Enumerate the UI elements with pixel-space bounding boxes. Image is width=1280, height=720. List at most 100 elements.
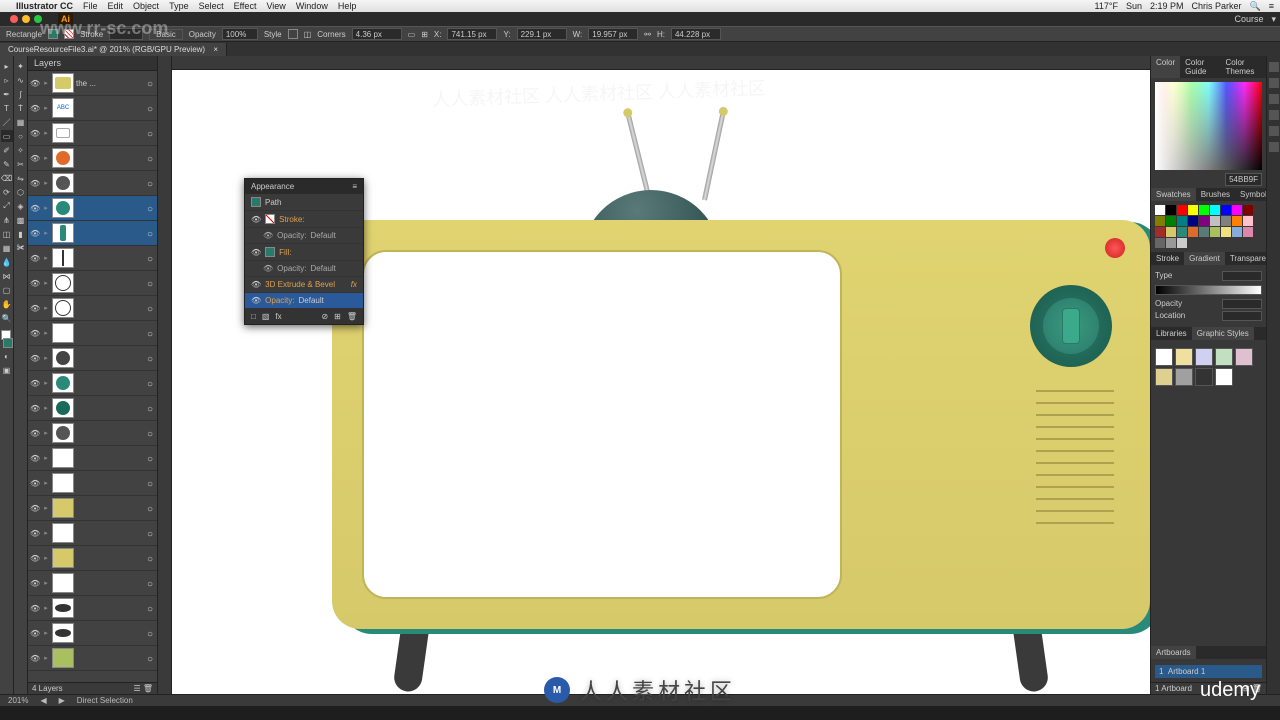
workspace-switcher[interactable]: Course (1234, 14, 1263, 25)
swatch[interactable] (1232, 205, 1242, 215)
dock-icon[interactable] (1269, 62, 1279, 72)
artboard[interactable]: 人人素材社区 人人素材社区 人人素材社区 人人素材社区 人人素材社区 人人素材社… (172, 70, 1150, 694)
brush-tool-icon[interactable]: ✐ (1, 144, 13, 156)
tab-libraries[interactable]: Libraries (1151, 327, 1192, 340)
artboard-nav-prev-icon[interactable]: ◀ (40, 696, 46, 705)
swatch[interactable] (1243, 216, 1253, 226)
swatch[interactable] (1155, 238, 1165, 248)
layer-row[interactable]: 👁▸○ (28, 621, 157, 646)
swatch[interactable] (1210, 205, 1220, 215)
appearance-row[interactable]: 👁Opacity: Default (245, 293, 363, 309)
corners-input[interactable] (352, 28, 402, 40)
swatch[interactable] (1177, 205, 1187, 215)
curvature-tool-icon[interactable]: ∫ (15, 88, 27, 100)
layer-row[interactable]: 👁▸○ (28, 646, 157, 671)
layer-row[interactable]: 👁▸○ (28, 171, 157, 196)
menu-effect[interactable]: Effect (234, 1, 257, 11)
stroke-weight-input[interactable] (109, 28, 143, 40)
swatch[interactable] (1199, 205, 1209, 215)
layer-row[interactable]: 👁▸○ (28, 196, 157, 221)
swatch[interactable] (1188, 227, 1198, 237)
stroke-swatch[interactable] (64, 29, 74, 39)
swatch[interactable] (1232, 227, 1242, 237)
zoom-tool-icon[interactable]: 🔍 (1, 312, 13, 324)
appearance-row[interactable]: 👁Fill: (245, 244, 363, 261)
tab-stroke[interactable]: Stroke (1151, 252, 1184, 265)
appearance-panel[interactable]: Appearance≡ Path 👁Stroke:👁Opacity: Defau… (244, 178, 364, 325)
swatch[interactable] (1166, 227, 1176, 237)
align-icon[interactable]: ◫ (304, 30, 312, 39)
layer-row[interactable]: 👁▸○ (28, 296, 157, 321)
layer-row[interactable]: 👁▸○ (28, 521, 157, 546)
menu-help[interactable]: Help (338, 1, 357, 11)
clear-appearance-icon[interactable]: ⊘ (321, 312, 328, 321)
spotlight-icon[interactable]: 🔍 (1250, 1, 1261, 12)
dock-icon[interactable] (1269, 126, 1279, 136)
delete-appearance-icon[interactable]: 🗑 (347, 312, 357, 321)
h-input[interactable] (671, 28, 721, 40)
dock-icon[interactable] (1269, 110, 1279, 120)
swatch[interactable] (1188, 205, 1198, 215)
layer-row[interactable]: 👁▸○ (28, 146, 157, 171)
tab-graphic-styles[interactable]: Graphic Styles (1192, 327, 1254, 340)
swatch[interactable] (1221, 227, 1231, 237)
hand-tool-icon[interactable]: ✋ (1, 298, 13, 310)
gradient-opacity-input[interactable] (1222, 299, 1262, 309)
pencil-tool-icon[interactable]: ✎ (1, 158, 13, 170)
transform-icon[interactable]: ⊞ (421, 30, 428, 39)
layer-row[interactable]: 👁▸○ (28, 421, 157, 446)
window-controls[interactable] (4, 12, 48, 26)
menu-extra-icon[interactable]: ≡ (1269, 1, 1274, 11)
eyedropper-tool-icon[interactable]: 💧 (1, 256, 13, 268)
zoom-level[interactable]: 201% (8, 696, 28, 705)
layer-row[interactable]: 👁▸ABC○ (28, 96, 157, 121)
swatch[interactable] (1199, 216, 1209, 226)
menu-type[interactable]: Type (169, 1, 189, 11)
graphic-style[interactable] (1155, 368, 1173, 386)
layer-row[interactable]: 👁▸the ...○ (28, 71, 157, 96)
appearance-row[interactable]: 👁Stroke: (245, 211, 363, 228)
swatch[interactable] (1155, 216, 1165, 226)
rotate-tool-icon[interactable]: ⟳ (1, 186, 13, 198)
swatch[interactable] (1155, 205, 1165, 215)
swatches-panel[interactable] (1151, 201, 1266, 252)
swatch[interactable] (1221, 205, 1231, 215)
appearance-title[interactable]: Appearance (251, 182, 294, 191)
gradient-ramp[interactable] (1155, 285, 1262, 295)
layer-row[interactable]: 👁▸○ (28, 596, 157, 621)
brush-def[interactable]: Basic (149, 29, 183, 40)
layer-row[interactable]: 👁▸○ (28, 346, 157, 371)
swatch[interactable] (1166, 238, 1176, 248)
graphic-style[interactable] (1215, 368, 1233, 386)
graphic-style[interactable] (1195, 368, 1213, 386)
tab-color[interactable]: Color (1151, 56, 1180, 78)
dock-icon[interactable] (1269, 94, 1279, 104)
appearance-row[interactable]: 👁Opacity: Default (245, 228, 363, 244)
layer-row[interactable]: 👁▸○ (28, 221, 157, 246)
graphic-style[interactable] (1195, 348, 1213, 366)
gradient-type-input[interactable] (1222, 271, 1262, 281)
column-graph-icon[interactable]: ▮ (15, 228, 27, 240)
ruler-horizontal[interactable] (172, 56, 1150, 70)
tab-color-themes[interactable]: Color Themes (1220, 56, 1266, 78)
x-input[interactable] (447, 28, 497, 40)
dock-icon[interactable] (1269, 78, 1279, 88)
mesh-tool-icon[interactable]: ▩ (15, 214, 27, 226)
layers-list[interactable]: 👁▸the ...○👁▸ABC○👁▸○👁▸○👁▸○👁▸○👁▸○👁▸○👁▸○👁▸○… (28, 71, 157, 682)
appearance-row[interactable]: 👁Opacity: Default (245, 261, 363, 277)
artboard-tool-icon[interactable]: ▢ (1, 284, 13, 296)
layers-panel-header[interactable]: Layers (28, 56, 157, 71)
graphic-style[interactable] (1235, 348, 1253, 366)
swatch[interactable] (1166, 205, 1176, 215)
swatch[interactable] (1199, 227, 1209, 237)
menu-file[interactable]: File (83, 1, 98, 11)
layer-row[interactable]: 👁▸○ (28, 121, 157, 146)
tab-color-guide[interactable]: Color Guide (1180, 56, 1220, 78)
layer-row[interactable]: 👁▸○ (28, 371, 157, 396)
color-spectrum[interactable] (1155, 82, 1262, 170)
layer-row[interactable]: 👁▸○ (28, 471, 157, 496)
layer-row[interactable]: 👁▸○ (28, 396, 157, 421)
magic-wand-icon[interactable]: ✦ (15, 60, 27, 72)
scissors-tool-icon[interactable]: ✂ (15, 158, 27, 170)
selection-tool-icon[interactable]: ▸ (1, 60, 13, 72)
